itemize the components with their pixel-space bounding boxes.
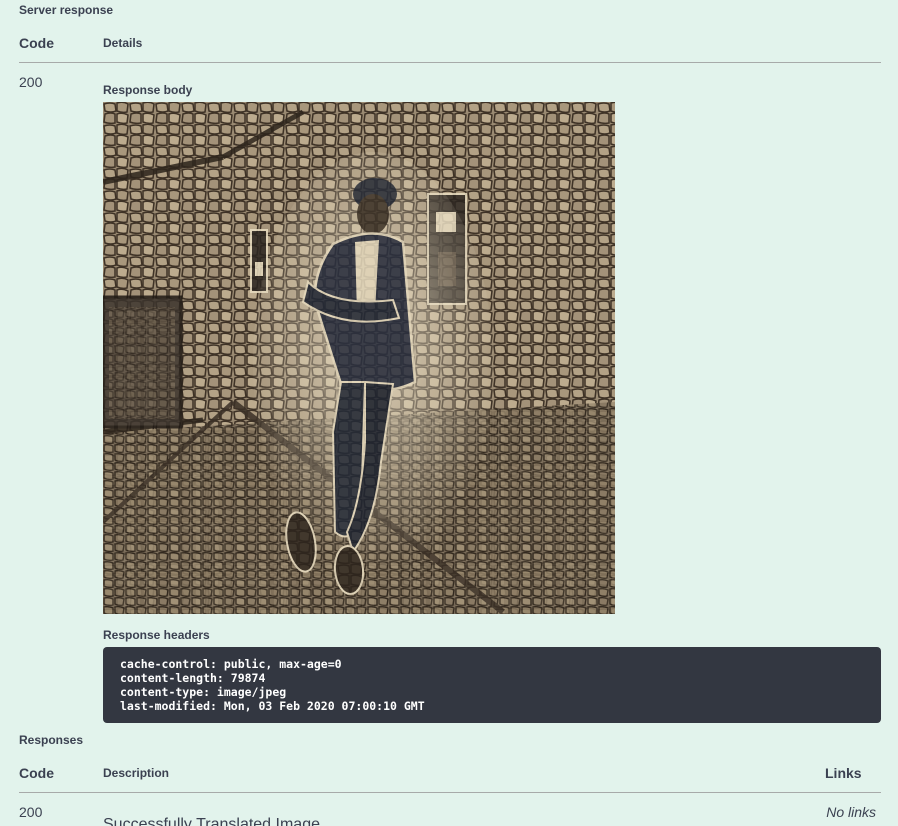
responses-description-column-header: Description xyxy=(103,766,170,780)
swagger-response-panel: Server response Code Details 200 Respons… xyxy=(0,0,898,826)
response-body-image xyxy=(103,102,615,614)
responses-code-column-header: Code xyxy=(19,765,54,781)
response-body-title: Response body xyxy=(103,83,193,97)
table-header-divider xyxy=(19,62,881,63)
responses-title: Responses xyxy=(19,733,84,747)
response-headers-block: cache-control: public, max-age=0 content… xyxy=(103,647,881,723)
responses-row-description: Successfully Translated Image xyxy=(103,816,320,826)
responses-links-column-header: Links xyxy=(825,765,862,781)
code-column-header: Code xyxy=(19,35,54,51)
server-response-title: Server response xyxy=(19,3,114,17)
header-line: cache-control: public, max-age=0 xyxy=(120,657,342,671)
header-line: last-modified: Mon, 03 Feb 2020 07:00:10… xyxy=(120,699,425,713)
response-status-code: 200 xyxy=(19,74,43,90)
responses-row-links: No links xyxy=(826,804,876,820)
responses-row-code: 200 xyxy=(19,804,43,820)
responses-header-divider xyxy=(19,792,881,793)
details-column-header: Details xyxy=(103,36,143,50)
header-line: content-length: 79874 xyxy=(120,671,266,685)
header-line: content-type: image/jpeg xyxy=(120,685,287,699)
response-headers-title: Response headers xyxy=(103,628,210,642)
